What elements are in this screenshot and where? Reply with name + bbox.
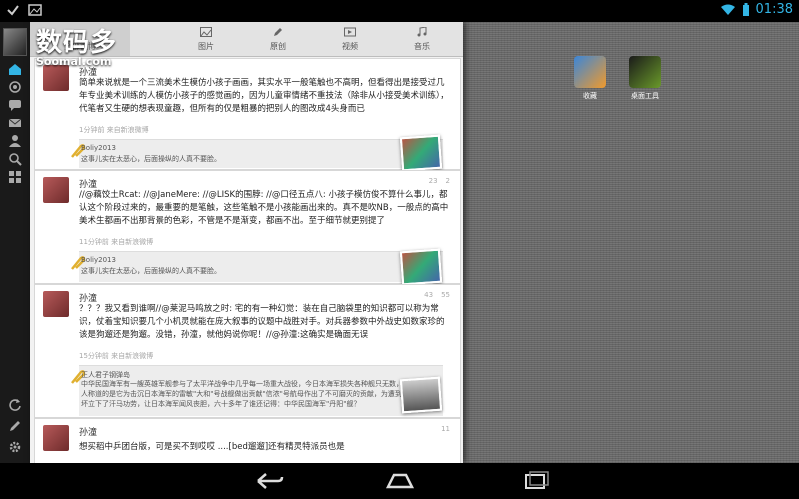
tab-label: 音乐 bbox=[414, 42, 430, 51]
post-text: //@藕饺土Rcat: //@JaneMere: //@LISK的围脖: //@… bbox=[79, 190, 449, 226]
desktop-icon-label: 收藏 bbox=[583, 92, 597, 100]
video-icon bbox=[344, 27, 356, 37]
post-stats: 11 bbox=[441, 425, 450, 433]
post-stats: 43 55 bbox=[424, 291, 450, 299]
back-icon[interactable] bbox=[250, 469, 286, 493]
tab-label: 视频 bbox=[342, 42, 358, 51]
gallery-icon bbox=[28, 4, 42, 16]
user-avatar[interactable] bbox=[43, 291, 69, 317]
desktop-icon-label: 桌面工具 bbox=[631, 92, 659, 100]
navigation-bar bbox=[0, 463, 799, 499]
post-item[interactable]: 孙潼 23 2 //@藕饺土Rcat: //@JaneMere: //@LISK… bbox=[34, 170, 461, 286]
profile-avatar[interactable] bbox=[3, 28, 27, 56]
site-watermark: 数码多 Soomal.com bbox=[36, 22, 117, 68]
refresh-icon[interactable] bbox=[8, 397, 22, 411]
tab-original[interactable]: 原创 bbox=[242, 22, 314, 56]
post-stats: 23 2 bbox=[429, 177, 450, 185]
quote-username[interactable]: Boliy2013 bbox=[81, 144, 116, 152]
retweet-quote[interactable]: 正人君子钢弹岛 中华民国海军有一艘英雄军舰参与了太平洋战争中几乎每一场重大战役，… bbox=[71, 365, 443, 416]
watermark-title: 数码多 bbox=[36, 28, 118, 58]
quote-thumbnail[interactable] bbox=[399, 134, 443, 172]
tab-label: 原创 bbox=[270, 42, 286, 51]
post-item[interactable]: 孙潼 11 想买稻中乒团台版，可是买不到哎哎 ....[bed遛遛]还有精灵特派… bbox=[34, 418, 461, 463]
home-button-icon[interactable] bbox=[382, 469, 418, 493]
timeline-panel: 全部微博 图片 原创 视频 音乐 孙潼 简单来说就是一个三流美术生模仿小孩子画画… bbox=[30, 22, 463, 463]
wifi-icon bbox=[720, 4, 735, 15]
comment-count: 2 bbox=[445, 177, 450, 185]
settings-icon[interactable] bbox=[8, 440, 22, 454]
retweet-quote[interactable]: Boliy2013 这事儿实在太恶心，后面操纵的人真不要脸。 bbox=[71, 134, 443, 172]
user-avatar[interactable] bbox=[43, 65, 69, 91]
post-meta: 1分钟前 来自新浪微博 bbox=[79, 126, 149, 134]
quote-thumbnail[interactable] bbox=[399, 376, 443, 414]
quote-text: 中华民国海军有一艘英雄军舰参与了太平洋战争中几乎每一场重大战役，今日本海军损失各… bbox=[81, 380, 417, 408]
quote-text: 这事儿实在太恶心，后面操纵的人真不要脸。 bbox=[81, 155, 221, 163]
left-sidebar bbox=[0, 22, 30, 463]
tab-images[interactable]: 图片 bbox=[170, 22, 242, 56]
desktop-icon-favorites[interactable]: 收藏 bbox=[573, 56, 607, 101]
check-icon bbox=[7, 5, 19, 16]
watermark-subtitle: Soomal.com bbox=[36, 55, 112, 68]
repost-count: 43 bbox=[424, 291, 434, 299]
compose-icon[interactable] bbox=[8, 419, 22, 433]
image-icon bbox=[200, 27, 212, 37]
tab-video[interactable]: 视频 bbox=[314, 22, 386, 56]
post-meta: 11分钟前 来自新浪微博 bbox=[79, 238, 154, 246]
search-icon[interactable] bbox=[8, 152, 22, 166]
post-text: 简单来说就是一个三流美术生模仿小孩子画画，其实水平一般笔触也不高明，但看得出是接… bbox=[79, 78, 449, 114]
post-item[interactable]: 孙潼 简单来说就是一个三流美术生模仿小孩子画画，其实水平一般笔触也不高明，但看得… bbox=[34, 58, 461, 172]
user-icon[interactable] bbox=[8, 134, 22, 148]
status-bar: 01:38 bbox=[0, 0, 799, 22]
mail-icon[interactable] bbox=[8, 116, 22, 130]
post-text: ？？？我又看到谁啊//@莱泥马鸣放之时: 宅的有一种幻觉：装在自己脑袋里的知识都… bbox=[79, 304, 445, 340]
at-icon[interactable] bbox=[8, 80, 22, 94]
post-username[interactable]: 孙潼 bbox=[79, 425, 97, 438]
home-icon[interactable] bbox=[8, 62, 22, 76]
favorites-icon bbox=[574, 56, 606, 88]
grid-icon[interactable] bbox=[8, 170, 22, 184]
battery-icon bbox=[742, 2, 749, 16]
desktop-icon-tools[interactable]: 桌面工具 bbox=[628, 56, 662, 101]
tab-music[interactable]: 音乐 bbox=[386, 22, 458, 56]
recent-apps-icon[interactable] bbox=[518, 469, 554, 493]
user-avatar[interactable] bbox=[43, 425, 69, 451]
user-avatar[interactable] bbox=[43, 177, 69, 203]
quote-thumbnail[interactable] bbox=[399, 248, 443, 286]
desktop-tools-icon bbox=[629, 56, 661, 88]
comment-count: 55 bbox=[441, 291, 450, 299]
post-item[interactable]: 孙潼 43 55 ？？？我又看到谁啊//@莱泥马鸣放之时: 宅的有一种幻觉：装在… bbox=[34, 284, 461, 418]
post-meta: 15分钟前 来自新浪微博 bbox=[79, 352, 154, 360]
post-text: 想买稻中乒团台版，可是买不到哎哎 ....[bed遛遛]还有精灵特派员也是 bbox=[79, 442, 345, 452]
clock: 01:38 bbox=[755, 2, 793, 17]
pencil-icon bbox=[274, 28, 282, 36]
music-icon bbox=[417, 27, 427, 37]
comment-count: 11 bbox=[441, 425, 450, 433]
repost-count: 23 bbox=[428, 177, 438, 185]
quote-text: 这事儿实在太恶心，后面操纵的人真不要脸。 bbox=[81, 267, 221, 275]
tab-label: 图片 bbox=[198, 42, 214, 51]
retweet-quote[interactable]: Boliy2013 这事儿实在太恶心，后面操纵的人真不要脸。 bbox=[71, 248, 443, 286]
quote-username[interactable]: Boliy2013 bbox=[81, 256, 116, 264]
comment-icon[interactable] bbox=[8, 98, 22, 112]
